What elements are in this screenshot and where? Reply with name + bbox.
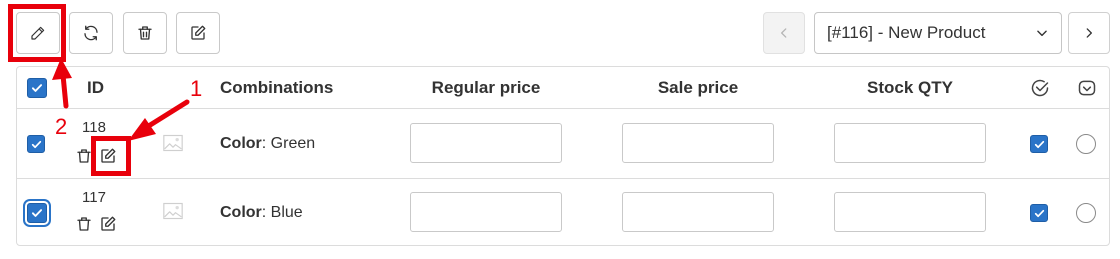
attribute-label: Color <box>220 204 262 221</box>
check-icon <box>31 209 43 217</box>
table-row: 117 Color: Blue <box>17 179 1109 247</box>
product-select[interactable]: [#116] - New Product <box>814 12 1062 54</box>
enabled-checkbox[interactable] <box>1030 204 1048 222</box>
row-checkbox[interactable] <box>27 203 47 223</box>
edit-square-icon <box>191 25 206 40</box>
check-icon <box>31 140 41 148</box>
table-row: 118 Color: Green <box>17 109 1109 179</box>
annotation-box-step1 <box>91 136 131 176</box>
combination-text: Color: Blue <box>220 179 303 247</box>
regular-price-input[interactable] <box>410 123 562 163</box>
sale-price-input[interactable] <box>622 192 774 232</box>
check-icon <box>1034 209 1044 217</box>
trash-icon[interactable] <box>75 215 93 233</box>
enabled-checkbox[interactable] <box>1030 135 1048 153</box>
attribute-label: Color <box>220 135 262 152</box>
next-product-button[interactable] <box>1068 12 1110 54</box>
refresh-icon <box>84 25 98 41</box>
header-regular-price: Regular price <box>431 78 541 97</box>
edit-square-icon[interactable] <box>99 215 117 233</box>
select-all-checkbox[interactable] <box>27 78 47 98</box>
stock-qty-input[interactable] <box>834 123 986 163</box>
table-header: ID Combinations Regular price Sale price… <box>17 67 1109 109</box>
combination-text: Color: Green <box>220 109 315 179</box>
previous-product-button[interactable] <box>763 12 805 54</box>
edit-selected-button[interactable] <box>176 12 220 54</box>
image-placeholder-icon[interactable] <box>163 134 183 152</box>
trash-icon <box>138 26 152 40</box>
default-check-icon <box>1078 80 1096 96</box>
default-radio[interactable] <box>1076 134 1096 154</box>
variations-table: ID Combinations Regular price Sale price… <box>16 66 1110 246</box>
header-id: ID <box>87 78 104 97</box>
attribute-value: : Blue <box>261 204 303 221</box>
header-stock-qty: Stock QTY <box>867 78 953 97</box>
regular-price-input[interactable] <box>410 192 562 232</box>
check-icon <box>31 84 43 92</box>
header-sale-price: Sale price <box>657 78 739 97</box>
row-id: 117 <box>82 189 106 206</box>
check-icon <box>1034 140 1044 148</box>
chevron-left-icon <box>781 28 787 38</box>
product-select-value: [#116] - New Product <box>827 23 986 42</box>
header-combinations: Combinations <box>220 78 334 97</box>
row-checkbox[interactable] <box>27 135 45 153</box>
attribute-value: : Green <box>261 135 316 152</box>
stock-qty-input[interactable] <box>834 192 986 232</box>
annotation-label-step2: 2 <box>55 114 68 139</box>
chevron-down-icon <box>1037 30 1047 37</box>
reload-button[interactable] <box>69 12 113 54</box>
annotation-label-step1: 1 <box>190 76 203 101</box>
annotation-box-step2 <box>8 4 66 62</box>
image-placeholder-icon[interactable] <box>163 202 183 220</box>
row-id: 118 <box>82 119 106 136</box>
delete-button[interactable] <box>123 12 167 54</box>
sale-price-input[interactable] <box>622 123 774 163</box>
chevron-right-icon <box>1086 28 1092 38</box>
default-radio[interactable] <box>1076 203 1096 223</box>
check-circle-icon <box>1031 79 1049 97</box>
